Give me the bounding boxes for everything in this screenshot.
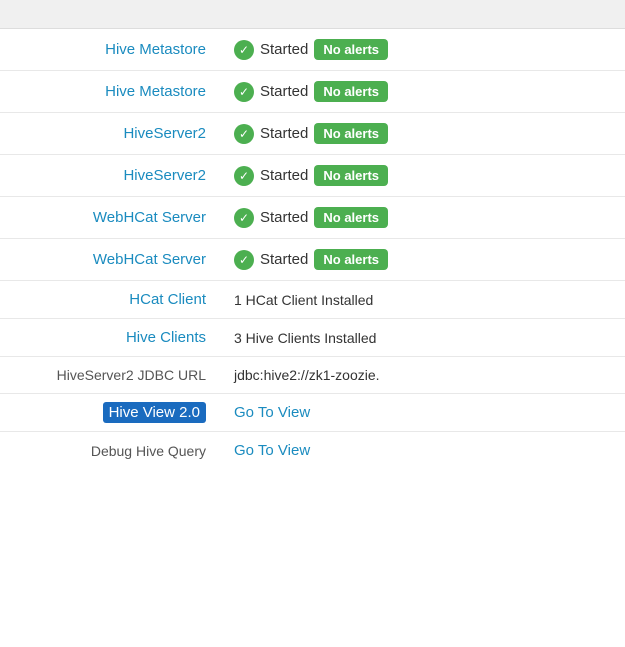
table-row: Hive Clients 3 Hive Clients Installed — [0, 319, 625, 357]
row-value-hive-clients: 3 Hive Clients Installed — [220, 319, 625, 357]
hive-view-label: Hive View 2.0 — [103, 402, 206, 423]
check-icon: ✓ — [234, 208, 254, 228]
service-link-hcat-client[interactable]: HCat Client — [129, 291, 206, 308]
service-link-hive-metastore-1[interactable]: Hive Metastore — [105, 41, 206, 58]
table-row: WebHCat Server ✓ Started No alerts — [0, 197, 625, 239]
row-label-hiveserver2-jdbc: HiveServer2 JDBC URL — [0, 357, 220, 394]
table-row: Hive Metastore ✓ Started No alerts — [0, 71, 625, 113]
row-value-hive-metastore-1: ✓ Started No alerts — [220, 29, 625, 71]
row-value-hiveserver2-2: ✓ Started No alerts — [220, 155, 625, 197]
no-alerts-badge: No alerts — [314, 249, 388, 270]
status-text: Started — [260, 251, 308, 268]
value-text: 3 Hive Clients Installed — [234, 330, 376, 346]
status-text: Started — [260, 209, 308, 226]
table-row: Hive Metastore ✓ Started No alerts — [0, 29, 625, 71]
no-alerts-badge: No alerts — [314, 207, 388, 228]
row-label-hiveserver2-1[interactable]: HiveServer2 — [0, 113, 220, 155]
row-label-webhcat-server-2[interactable]: WebHCat Server — [0, 239, 220, 281]
check-icon: ✓ — [234, 166, 254, 186]
row-value-webhcat-server-1: ✓ Started No alerts — [220, 197, 625, 239]
status-row: ✓ Started No alerts — [234, 39, 611, 60]
no-alerts-badge: No alerts — [314, 165, 388, 186]
row-label-hive-metastore-1[interactable]: Hive Metastore — [0, 29, 220, 71]
row-label-webhcat-server-1[interactable]: WebHCat Server — [0, 197, 220, 239]
row-label-hive-clients[interactable]: Hive Clients — [0, 319, 220, 357]
status-row: ✓ Started No alerts — [234, 123, 611, 144]
check-icon: ✓ — [234, 82, 254, 102]
service-link-webhcat-server-2[interactable]: WebHCat Server — [93, 251, 206, 268]
row-label-hiveserver2-2[interactable]: HiveServer2 — [0, 155, 220, 197]
service-link-hiveserver2-1[interactable]: HiveServer2 — [123, 125, 206, 142]
no-alerts-badge: No alerts — [314, 81, 388, 102]
status-text: Started — [260, 125, 308, 142]
table-row: Debug Hive Query Go To View — [0, 432, 625, 470]
status-text: Started — [260, 41, 308, 58]
row-value-hive-metastore-2: ✓ Started No alerts — [220, 71, 625, 113]
status-row: ✓ Started No alerts — [234, 81, 611, 102]
go-to-view-link-hive-view-2[interactable]: Go To View — [234, 404, 310, 421]
check-icon: ✓ — [234, 250, 254, 270]
no-alerts-badge: No alerts — [314, 39, 388, 60]
summary-header — [0, 0, 625, 29]
row-value-debug-hive-query: Go To View — [220, 432, 625, 470]
check-icon: ✓ — [234, 124, 254, 144]
table-row: HCat Client 1 HCat Client Installed — [0, 281, 625, 319]
row-value-hcat-client: 1 HCat Client Installed — [220, 281, 625, 319]
value-text: 1 HCat Client Installed — [234, 292, 373, 308]
status-text: Started — [260, 167, 308, 184]
service-link-hive-clients[interactable]: Hive Clients — [126, 329, 206, 346]
table-row: HiveServer2 ✓ Started No alerts — [0, 113, 625, 155]
status-text: Started — [260, 83, 308, 100]
row-label-hive-metastore-2[interactable]: Hive Metastore — [0, 71, 220, 113]
go-to-view-link-debug-hive-query[interactable]: Go To View — [234, 442, 310, 459]
row-value-hive-view-2: Go To View — [220, 394, 625, 432]
row-value-hiveserver2-1: ✓ Started No alerts — [220, 113, 625, 155]
service-link-webhcat-server-1[interactable]: WebHCat Server — [93, 209, 206, 226]
status-row: ✓ Started No alerts — [234, 249, 611, 270]
summary-table: Hive Metastore✓StartedNo alertsHive Meta… — [0, 29, 625, 469]
row-label-hcat-client[interactable]: HCat Client — [0, 281, 220, 319]
row-label-hive-view-2: Hive View 2.0 — [0, 394, 220, 432]
row-value-hiveserver2-jdbc: jdbc:hive2://zk1-zoozie. — [220, 357, 625, 394]
status-row: ✓ Started No alerts — [234, 165, 611, 186]
table-row: Hive View 2.0 Go To View — [0, 394, 625, 432]
check-icon: ✓ — [234, 40, 254, 60]
table-row: WebHCat Server ✓ Started No alerts — [0, 239, 625, 281]
row-value-webhcat-server-2: ✓ Started No alerts — [220, 239, 625, 281]
value-text: jdbc:hive2://zk1-zoozie. — [234, 367, 380, 383]
service-link-hiveserver2-2[interactable]: HiveServer2 — [123, 167, 206, 184]
status-row: ✓ Started No alerts — [234, 207, 611, 228]
row-label-debug-hive-query: Debug Hive Query — [0, 432, 220, 470]
no-alerts-badge: No alerts — [314, 123, 388, 144]
service-link-hive-metastore-2[interactable]: Hive Metastore — [105, 83, 206, 100]
table-row: HiveServer2 JDBC URL jdbc:hive2://zk1-zoo… — [0, 357, 625, 394]
table-row: HiveServer2 ✓ Started No alerts — [0, 155, 625, 197]
